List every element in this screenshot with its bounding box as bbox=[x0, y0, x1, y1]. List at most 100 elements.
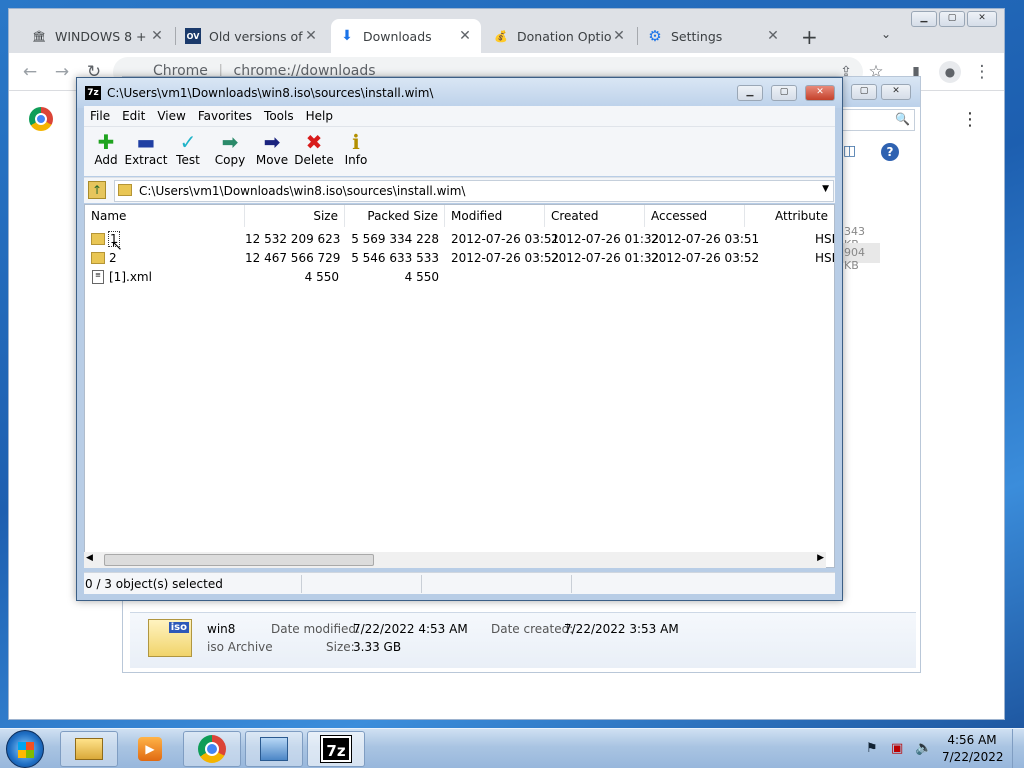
new-tab-button[interactable]: + bbox=[801, 25, 818, 49]
preview-pane-icon[interactable]: ◫ bbox=[843, 143, 856, 159]
created-date: 2012-07-26 01:32 bbox=[551, 232, 660, 246]
close-icon[interactable]: ✕ bbox=[149, 28, 165, 44]
window-title: C:\Users\vm1\Downloads\win8.iso\sources\… bbox=[107, 86, 434, 100]
taskbar-chrome[interactable] bbox=[183, 731, 241, 767]
modified-date: 2012-07-26 03:52 bbox=[451, 251, 560, 265]
minimize-button[interactable]: ▁ bbox=[911, 11, 937, 27]
table-row[interactable]: 1 12 532 209 623 5 569 334 228 2012-07-2… bbox=[85, 230, 836, 249]
copy-arrow-icon: ➡ bbox=[221, 130, 239, 154]
tab-downloads[interactable]: ⬇ Downloads ✕ bbox=[331, 19, 481, 53]
taskbar: ▶ 7z ⚑ ▣ 🔈 4:56 AM 7/22/2022 bbox=[0, 728, 1024, 768]
packed-size: 4 550 bbox=[404, 270, 439, 284]
menu-view[interactable]: View bbox=[151, 109, 191, 123]
tab-windows8[interactable]: 🏛 WINDOWS 8 + 8 ✕ bbox=[23, 19, 173, 53]
menu-favorites[interactable]: Favorites bbox=[192, 109, 258, 123]
chevron-down-icon[interactable]: ⌄ bbox=[881, 27, 891, 41]
ov-icon: OV bbox=[185, 28, 201, 44]
col-packed-size[interactable]: Packed Size bbox=[345, 205, 445, 227]
scroll-left-icon[interactable]: ◀ bbox=[86, 553, 93, 563]
taskbar-explorer[interactable] bbox=[60, 731, 118, 767]
menu-edit[interactable]: Edit bbox=[116, 109, 151, 123]
explorer-maximize-button[interactable]: ▢ bbox=[851, 84, 877, 100]
show-desktop-button[interactable] bbox=[1012, 729, 1024, 768]
up-folder-icon[interactable]: ↑ bbox=[88, 181, 106, 199]
folder-icon bbox=[75, 738, 103, 760]
search-icon: 🔍 bbox=[895, 112, 910, 126]
tab-old-versions[interactable]: OV Old versions of W ✕ bbox=[177, 19, 327, 53]
gear-icon: ⚙ bbox=[648, 27, 662, 45]
taskbar-7zip[interactable]: 7z bbox=[307, 731, 365, 767]
taskbar-media-player[interactable]: ▶ bbox=[121, 731, 179, 767]
file-size-partial: 904 KB bbox=[840, 243, 880, 272]
info-button[interactable]: ℹ Info bbox=[334, 131, 378, 175]
close-window-button[interactable]: ✕ bbox=[967, 11, 997, 27]
help-icon[interactable]: ? bbox=[881, 143, 899, 161]
accessed-date: 2012-07-26 03:52 bbox=[651, 251, 760, 265]
details-file-name: win8 bbox=[207, 622, 236, 636]
date-created-value: 7/22/2022 3:53 AM bbox=[564, 622, 679, 636]
clock-time[interactable]: 4:56 AM bbox=[942, 733, 1002, 747]
back-button[interactable]: ← bbox=[19, 61, 41, 83]
size-label: Size: bbox=[326, 640, 355, 654]
volume-icon[interactable]: 🔈 bbox=[915, 740, 932, 756]
delete-button[interactable]: ✖ Delete bbox=[292, 131, 336, 175]
computer-icon bbox=[260, 737, 288, 761]
address-input[interactable]: C:\Users\vm1\Downloads\win8.iso\sources\… bbox=[114, 180, 834, 202]
maximize-button[interactable]: ▢ bbox=[771, 85, 797, 101]
profile-avatar[interactable]: ● bbox=[939, 61, 961, 83]
network-warning-icon[interactable]: ▣ bbox=[891, 741, 903, 756]
col-modified[interactable]: Modified bbox=[445, 205, 545, 227]
menu-help[interactable]: Help bbox=[300, 109, 339, 123]
title-bar: 7z C:\Users\vm1\Downloads\win8.iso\sourc… bbox=[77, 78, 842, 108]
tab-settings[interactable]: ⚙ Settings ✕ bbox=[639, 19, 789, 53]
attributes: HSI bbox=[815, 232, 836, 246]
table-row[interactable]: 2 12 467 566 729 5 546 633 533 2012-07-2… bbox=[85, 249, 835, 268]
col-accessed[interactable]: Accessed bbox=[645, 205, 745, 227]
copy-button[interactable]: ➡ Copy bbox=[208, 131, 252, 175]
start-button[interactable] bbox=[6, 730, 44, 768]
sevenzip-app-icon: 7z bbox=[85, 86, 101, 100]
file-list: Name Size Packed Size Modified Created A… bbox=[84, 204, 835, 568]
dropdown-arrow-icon[interactable]: ▼ bbox=[822, 184, 829, 194]
col-name[interactable]: Name bbox=[85, 205, 245, 227]
menu-file[interactable]: File bbox=[84, 109, 116, 123]
horizontal-scrollbar[interactable]: ◀ ▶ bbox=[84, 552, 826, 568]
scroll-thumb[interactable] bbox=[104, 554, 374, 566]
minimize-button[interactable]: ▁ bbox=[737, 85, 763, 101]
download-icon: ⬇ bbox=[341, 28, 353, 44]
add-button[interactable]: ✚ Add bbox=[84, 131, 128, 175]
table-row[interactable]: ≡ [1].xml 4 550 4 550 bbox=[85, 268, 834, 287]
explorer-search-box[interactable]: 🔍 bbox=[839, 109, 915, 131]
tab-strip: 🏛 WINDOWS 8 + 8 ✕ OV Old versions of W ✕… bbox=[9, 9, 1004, 53]
taskbar-network[interactable] bbox=[245, 731, 303, 767]
action-center-icon[interactable]: ⚑ bbox=[866, 741, 878, 756]
explorer-close-button[interactable]: ✕ bbox=[881, 84, 911, 100]
close-icon[interactable]: ✕ bbox=[765, 28, 781, 44]
page-menu-icon[interactable]: ⋮ bbox=[961, 109, 979, 130]
col-created[interactable]: Created bbox=[545, 205, 645, 227]
col-attribute[interactable]: Attribute bbox=[745, 205, 834, 227]
sevenzip-window: 7z C:\Users\vm1\Downloads\win8.iso\sourc… bbox=[76, 77, 843, 601]
folder-icon bbox=[118, 184, 132, 196]
close-icon[interactable]: ✕ bbox=[457, 28, 473, 44]
col-size[interactable]: Size bbox=[245, 205, 345, 227]
move-arrow-icon: ➡ bbox=[263, 130, 281, 154]
close-window-button[interactable]: ✕ bbox=[805, 85, 835, 101]
sevenzip-icon: 7z bbox=[320, 735, 352, 763]
delete-x-icon: ✖ bbox=[305, 130, 323, 154]
extract-button[interactable]: ▬ Extract bbox=[124, 131, 168, 175]
menu-icon[interactable]: ⋮ bbox=[971, 61, 993, 83]
close-icon[interactable]: ✕ bbox=[303, 28, 319, 44]
forward-button[interactable]: → bbox=[51, 61, 73, 83]
close-icon[interactable]: ✕ bbox=[611, 28, 627, 44]
maximize-button[interactable]: ▢ bbox=[939, 11, 965, 27]
clock-date[interactable]: 7/22/2022 bbox=[942, 750, 1004, 764]
modified-date: 2012-07-26 03:51 bbox=[451, 232, 560, 246]
museum-icon: 🏛 bbox=[32, 29, 46, 43]
tab-donation[interactable]: 💰 Donation Option ✕ bbox=[485, 19, 635, 53]
folder-icon bbox=[91, 233, 105, 245]
test-button[interactable]: ✓ Test bbox=[166, 131, 210, 175]
menu-tools[interactable]: Tools bbox=[258, 109, 300, 123]
move-button[interactable]: ➡ Move bbox=[250, 131, 294, 175]
scroll-right-icon[interactable]: ▶ bbox=[817, 553, 824, 563]
